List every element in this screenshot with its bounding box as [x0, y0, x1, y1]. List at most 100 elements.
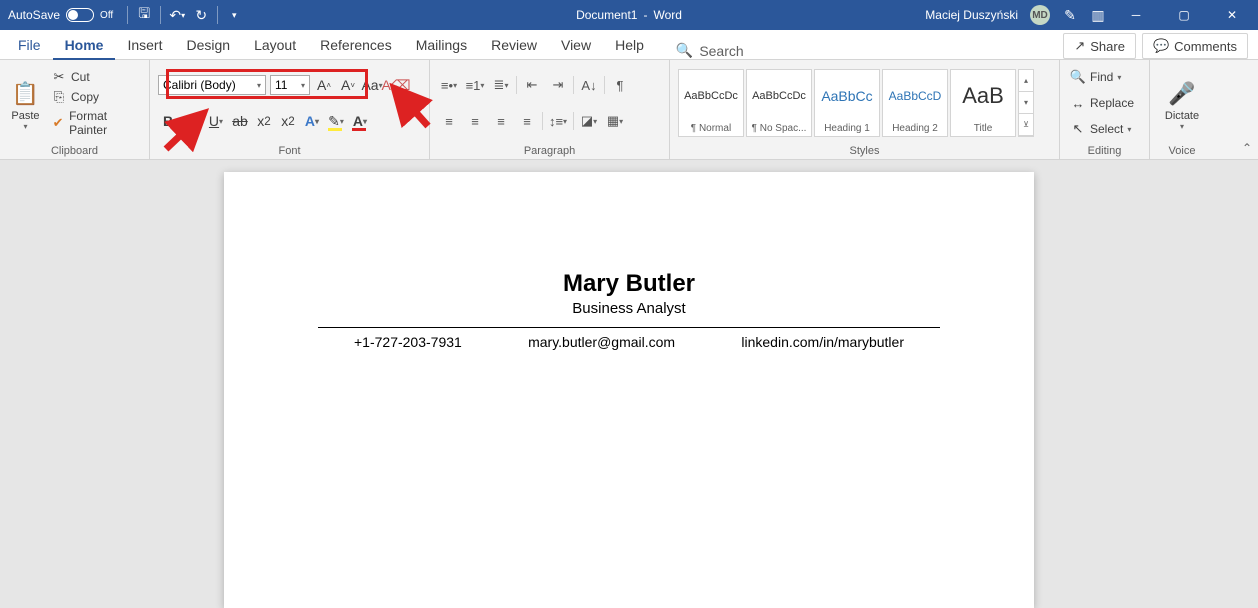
dictate-icon: 🎤 [1168, 80, 1196, 108]
undo-icon[interactable]: ↶▾ [169, 7, 185, 23]
sort-button[interactable]: A↓ [578, 75, 600, 95]
tab-design[interactable]: Design [174, 31, 242, 59]
search-icon: 🔍 [676, 42, 693, 59]
autosave-toggle[interactable]: AutoSave Off [8, 8, 113, 22]
styles-scroll[interactable]: ▴▾⊻ [1018, 69, 1034, 137]
align-center-button[interactable]: ≡ [464, 111, 486, 131]
page[interactable]: Mary Butler Business Analyst +1-727-203-… [224, 172, 1034, 608]
shrink-font-button[interactable]: A˅ [338, 75, 358, 95]
bold-button[interactable]: B [158, 111, 178, 131]
find-button[interactable]: 🔍Find▾ [1070, 67, 1134, 87]
copy-button[interactable]: ⎘Copy [51, 87, 139, 107]
resume-name[interactable]: Mary Butler [314, 270, 944, 298]
find-icon: 🔍 [1070, 69, 1086, 85]
share-label: Share [1090, 39, 1125, 54]
comments-button[interactable]: 💬 Comments [1142, 33, 1248, 59]
group-font: Calibri (Body)▾ 11▾ A˄ A˅ Aa▾ A⌫ B I U▾ … [150, 60, 430, 160]
editing-label: Editing [1066, 143, 1143, 160]
select-button[interactable]: ↖Select▾ [1070, 119, 1134, 139]
tab-insert[interactable]: Insert [115, 31, 174, 59]
resume-contact-row[interactable]: +1-727-203-7931 mary.butler@gmail.com li… [314, 334, 944, 350]
subscript-button[interactable]: x2 [254, 111, 274, 131]
tab-mailings[interactable]: Mailings [404, 31, 479, 59]
search-label: Search [699, 43, 743, 59]
dictate-label: Dictate [1165, 110, 1199, 122]
qat-more-icon[interactable]: ▾ [226, 7, 242, 23]
tab-references[interactable]: References [308, 31, 404, 59]
justify-button[interactable]: ≡ [516, 111, 538, 131]
autosave-switch[interactable] [66, 8, 94, 22]
show-marks-button[interactable]: ¶ [609, 75, 631, 95]
resume-phone[interactable]: +1-727-203-7931 [354, 334, 462, 350]
resume-linkedin[interactable]: linkedin.com/in/marybutler [741, 334, 904, 350]
clear-format-button[interactable]: A⌫ [386, 75, 406, 95]
quick-access-toolbar: 🖫 ↶▾ ↻ ▾ [127, 6, 242, 24]
styles-gallery[interactable]: AaBbCcDc¶ Normal AaBbCcDc¶ No Spac... Aa… [678, 69, 1034, 137]
dictate-button[interactable]: 🎤 Dictate ▾ [1156, 63, 1208, 143]
bullets-button[interactable]: ≡•▾ [438, 75, 460, 95]
underline-button[interactable]: U▾ [206, 111, 226, 131]
style-normal[interactable]: AaBbCcDc¶ Normal [678, 69, 744, 137]
resume-email[interactable]: mary.butler@gmail.com [528, 334, 675, 350]
autosave-state: Off [100, 10, 113, 21]
style-heading1[interactable]: AaBbCcHeading 1 [814, 69, 880, 137]
superscript-button[interactable]: x2 [278, 111, 298, 131]
decrease-indent-button[interactable]: ⇤ [521, 75, 543, 95]
replace-button[interactable]: ↔Replace [1070, 93, 1134, 113]
draw-icon[interactable]: ✎ [1062, 7, 1078, 23]
doc-name-text: Document1 [576, 8, 637, 22]
increase-indent-button[interactable]: ⇥ [547, 75, 569, 95]
clipboard-label: Clipboard [6, 143, 143, 160]
strike-button[interactable]: ab [230, 111, 250, 131]
numbering-button[interactable]: ≡1▾ [464, 75, 486, 95]
format-painter-button[interactable]: ✔Format Painter [51, 107, 139, 139]
group-paragraph: ≡•▾ ≡1▾ ≣▾ ⇤ ⇥ A↓ ¶ ≡ ≡ ≡ ≡ ↕≡▾ ◪▾ ▦▾ [430, 60, 670, 160]
line-spacing-button[interactable]: ↕≡▾ [547, 111, 569, 131]
paragraph-label: Paragraph [436, 143, 663, 160]
document-area[interactable]: Mary Butler Business Analyst +1-727-203-… [0, 160, 1258, 608]
tab-view[interactable]: View [549, 31, 603, 59]
align-right-button[interactable]: ≡ [490, 111, 512, 131]
tab-help[interactable]: Help [603, 31, 656, 59]
align-left-button[interactable]: ≡ [438, 111, 460, 131]
font-name-combo[interactable]: Calibri (Body)▾ [158, 75, 266, 95]
cut-button[interactable]: ✂Cut [51, 67, 139, 87]
tab-review[interactable]: Review [479, 31, 549, 59]
collapse-ribbon-button[interactable]: ⌃ [1242, 141, 1252, 155]
autosave-label: AutoSave [8, 8, 60, 22]
paste-icon: 📋 [11, 80, 39, 108]
tell-me-search[interactable]: 🔍 Search [676, 42, 744, 59]
minimize-button[interactable]: ─ [1118, 1, 1154, 29]
paste-button[interactable]: 📋 Paste ▾ [6, 63, 45, 143]
tab-file[interactable]: File [6, 31, 53, 59]
font-color-button[interactable]: A▾ [350, 111, 370, 131]
multilevel-button[interactable]: ≣▾ [490, 75, 512, 95]
maximize-button[interactable]: ▢ [1166, 1, 1202, 29]
tab-home[interactable]: Home [53, 32, 116, 60]
tab-layout[interactable]: Layout [242, 31, 308, 59]
ribbon-tabs: File Home Insert Design Layout Reference… [0, 30, 1258, 60]
close-button[interactable]: ✕ [1214, 1, 1250, 29]
redo-icon[interactable]: ↻ [193, 7, 209, 23]
font-size-combo[interactable]: 11▾ [270, 75, 310, 95]
user-avatar[interactable]: MD [1030, 5, 1050, 25]
ribbon-display-icon[interactable]: ▥ [1090, 7, 1106, 23]
style-title[interactable]: AaBTitle [950, 69, 1016, 137]
change-case-button[interactable]: Aa▾ [362, 75, 382, 95]
italic-button[interactable]: I [182, 111, 202, 131]
text-effects-button[interactable]: A▾ [302, 111, 322, 131]
group-clipboard: 📋 Paste ▾ ✂Cut ⎘Copy ✔Format Painter Cli… [0, 60, 150, 160]
borders-button[interactable]: ▦▾ [604, 111, 626, 131]
grow-font-button[interactable]: A˄ [314, 75, 334, 95]
group-styles: AaBbCcDc¶ Normal AaBbCcDc¶ No Spac... Aa… [670, 60, 1060, 160]
shading-button[interactable]: ◪▾ [578, 111, 600, 131]
style-heading2[interactable]: AaBbCcDHeading 2 [882, 69, 948, 137]
style-no-spacing[interactable]: AaBbCcDc¶ No Spac... [746, 69, 812, 137]
paste-label: Paste [11, 110, 39, 122]
replace-icon: ↔ [1070, 95, 1086, 111]
font-label: Font [156, 143, 423, 160]
highlight-button[interactable]: ✎▾ [326, 111, 346, 131]
save-icon[interactable]: 🖫 [136, 7, 152, 23]
resume-role[interactable]: Business Analyst [314, 300, 944, 317]
share-button[interactable]: ↗ Share [1063, 33, 1136, 59]
